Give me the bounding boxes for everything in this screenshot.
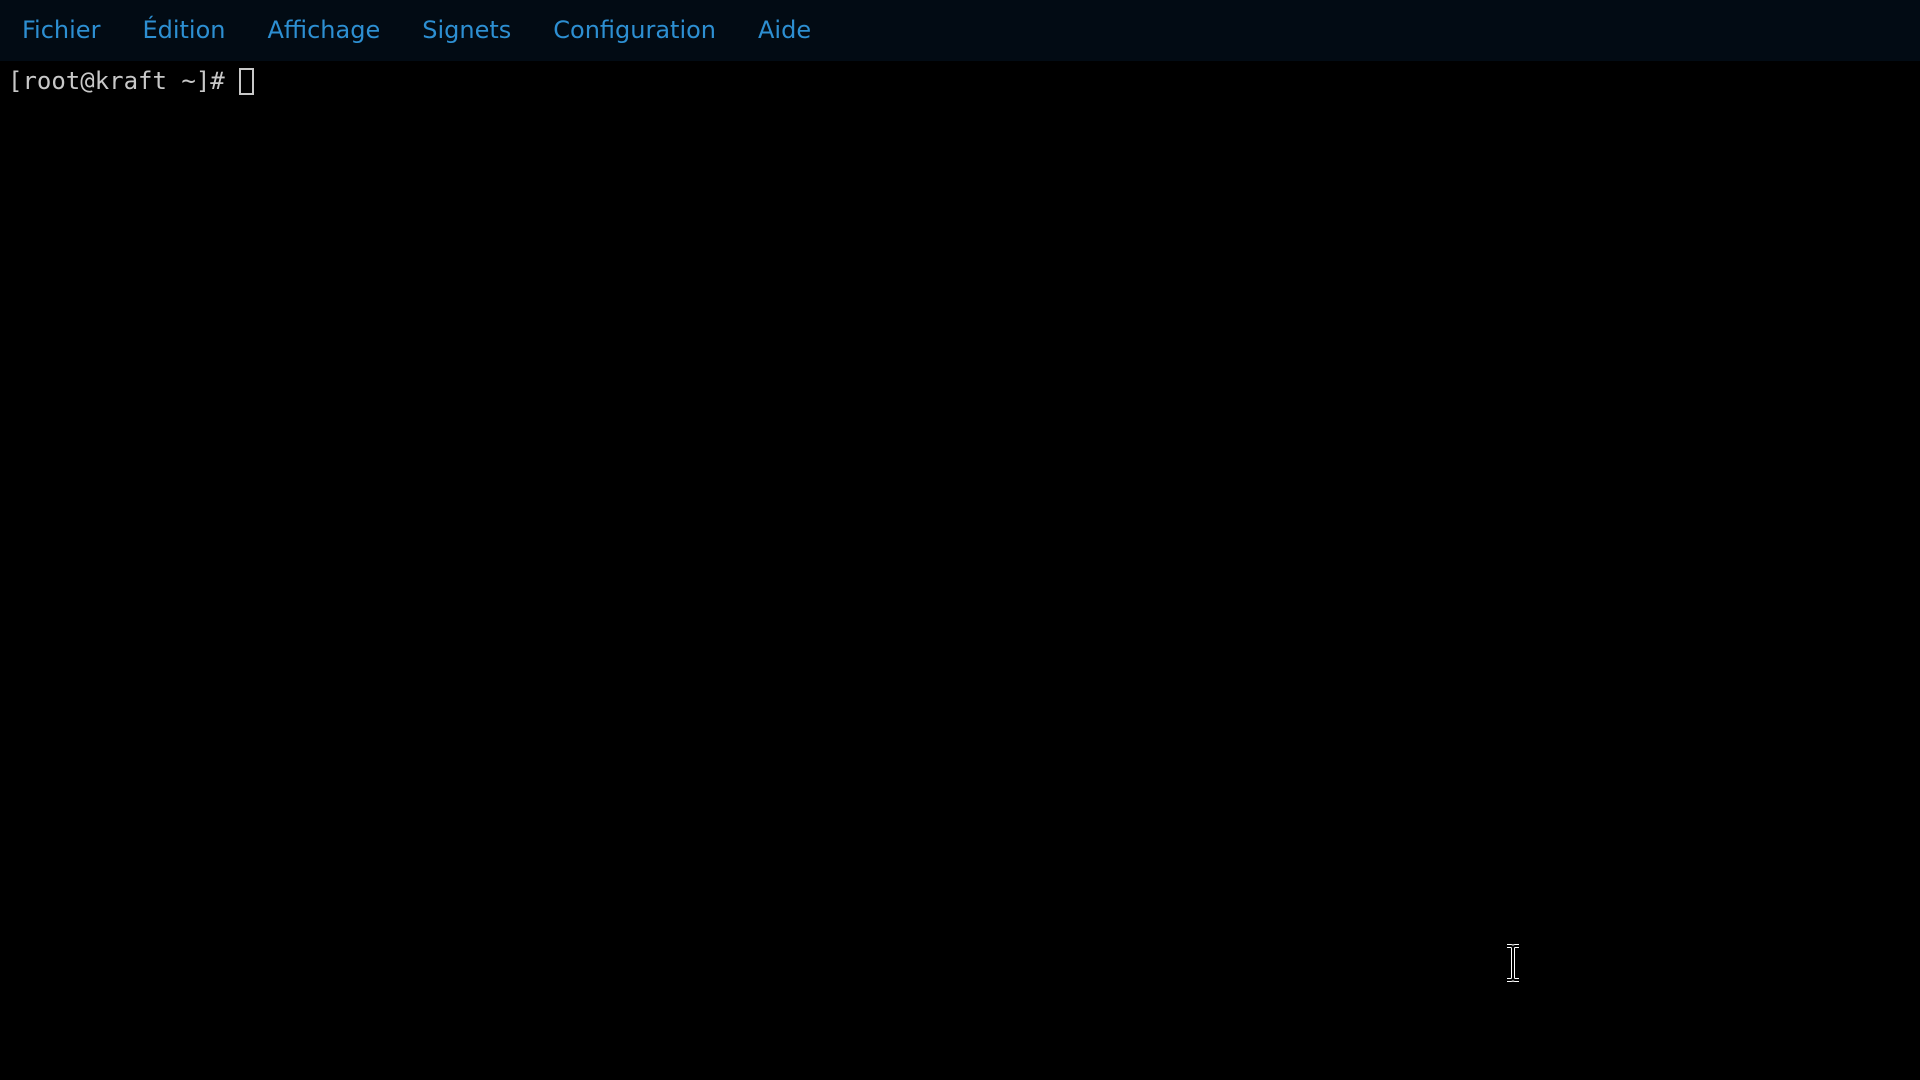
terminal-area[interactable]: [root@kraft ~]# <box>0 61 1920 1080</box>
shell-prompt: [root@kraft ~]# <box>8 67 225 95</box>
terminal-cursor <box>238 67 254 95</box>
terminal-prompt-line: [root@kraft ~]# <box>8 65 254 97</box>
menu-aide[interactable]: Aide <box>746 0 823 61</box>
ibeam-cursor-icon <box>1507 944 1519 982</box>
menu-signets[interactable]: Signets <box>410 0 523 61</box>
menu-affichage[interactable]: Affichage <box>255 0 392 61</box>
menu-edition[interactable]: Édition <box>130 0 237 61</box>
menubar: Fichier Édition Affichage Signets Config… <box>0 0 1920 61</box>
menu-fichier[interactable]: Fichier <box>10 0 112 61</box>
menu-configuration[interactable]: Configuration <box>541 0 728 61</box>
